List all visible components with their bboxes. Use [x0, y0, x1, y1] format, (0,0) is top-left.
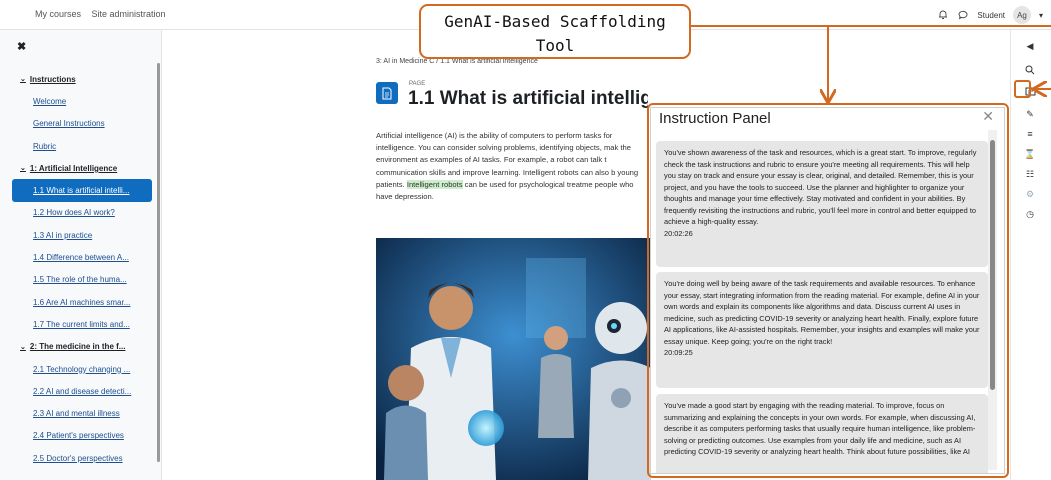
course-index-label: 2.1 Technology changing ...: [33, 364, 131, 374]
course-index-label: General Instructions: [33, 119, 105, 129]
page-icon: [376, 82, 398, 104]
course-index-link[interactable]: 1.2 How does AI work?: [0, 202, 155, 224]
nav-site-administration[interactable]: Site administration: [92, 9, 166, 19]
user-menu-area: Student Ag ▾: [937, 6, 1043, 24]
settings-icon[interactable]: ⚙: [1022, 186, 1038, 202]
course-index-label: 1.6 Are AI machines smar...: [33, 297, 131, 307]
annotation-callout: GenAI-Based Scaffolding Tool: [419, 4, 691, 59]
chevron-down-icon[interactable]: ⌄: [20, 75, 26, 83]
course-index: ⌄ Instructions Welcome General Instructions…: [0, 68, 155, 469]
illustration-image: [376, 238, 651, 480]
bell-icon[interactable]: [937, 9, 949, 21]
drawer-scrollbar[interactable]: [157, 63, 160, 462]
course-index-link[interactable]: 2.1 Technology changing ...: [0, 358, 155, 380]
course-index-label: 1.5 The role of the huma...: [33, 275, 127, 285]
close-drawer-icon[interactable]: ✖: [17, 40, 26, 53]
course-index-label: 1.1 What is artificial intelli...: [33, 186, 130, 196]
primary-nav: My courses Site administration: [35, 9, 174, 19]
course-index-link[interactable]: Welcome: [0, 90, 155, 112]
tool-icon-highlight-box: [1014, 80, 1031, 98]
breadcrumb[interactable]: 3: AI in Medicine C / 1.1 What is artifi…: [376, 58, 538, 65]
course-index-label: Instructions: [29, 74, 76, 84]
user-role-label[interactable]: Student: [977, 11, 1005, 20]
course-index-label: 1.3 AI in practice: [33, 230, 93, 240]
chat-bubble-icon[interactable]: [957, 9, 969, 21]
course-index-label: 2: The medicine in the f...: [29, 342, 126, 352]
page-type-label: PAGE: [409, 81, 426, 87]
timer-icon[interactable]: ⌛: [1022, 146, 1038, 162]
course-index-link[interactable]: 1.7 The current limits and...: [0, 313, 155, 335]
course-index-link[interactable]: 1.3 AI in practice: [0, 224, 155, 246]
course-index-label: 2.4 Patient's perspectives: [33, 431, 124, 441]
chevron-down-icon[interactable]: ▾: [1039, 11, 1043, 20]
pencil-icon[interactable]: ✎: [1022, 106, 1038, 122]
planner-icon[interactable]: ☷: [1022, 166, 1038, 182]
course-index-link[interactable]: 1.5 The role of the huma...: [0, 269, 155, 291]
course-index-label: 1.4 Difference between A...: [33, 253, 129, 263]
course-index-label: 1: Artificial Intelligence: [29, 163, 118, 173]
course-index-label: Rubric: [33, 141, 57, 151]
course-index-link[interactable]: 2.3 AI and mental illness: [0, 402, 155, 424]
course-index-link[interactable]: 1.4 Difference between A...: [0, 246, 155, 268]
course-index-link[interactable]: 1.1 What is artificial intelli...: [12, 179, 152, 202]
course-index-link[interactable]: 2.2 AI and disease detecti...: [0, 380, 155, 402]
list-icon[interactable]: ≡: [1022, 126, 1038, 142]
course-index-label: 1.2 How does AI work?: [33, 208, 115, 218]
course-index-link[interactable]: 1.6 Are AI machines smar...: [0, 291, 155, 313]
clock-icon[interactable]: ◷: [1022, 206, 1038, 222]
chevron-down-icon[interactable]: ⌄: [20, 164, 26, 172]
course-index-link[interactable]: 2.4 Patient's perspectives: [0, 425, 155, 447]
course-section-header[interactable]: ⌄ Instructions: [0, 68, 155, 90]
search-icon[interactable]: [1022, 62, 1038, 78]
course-index-link[interactable]: Rubric: [0, 135, 155, 157]
page-body-text: Artificial intelligence (AI) is the abil…: [376, 130, 651, 210]
course-section-header[interactable]: ⌄ 1: Artificial Intelligence: [0, 157, 155, 179]
highlighted-text[interactable]: Intelligent robots: [406, 179, 463, 189]
course-index-label: 2.3 AI and mental illness: [33, 409, 120, 419]
course-index-label: 2.2 AI and disease detecti...: [33, 386, 132, 396]
course-index-label: 2.5 Doctor's perspectives: [33, 453, 123, 463]
course-section-header[interactable]: ⌄ 2: The medicine in the f...: [0, 336, 155, 358]
course-index-link[interactable]: General Instructions: [0, 113, 155, 135]
avatar[interactable]: Ag: [1012, 6, 1031, 24]
course-index-label: Welcome: [33, 96, 67, 106]
nav-my-courses[interactable]: My courses: [35, 9, 81, 19]
course-index-label: 1.7 The current limits and...: [33, 319, 130, 329]
course-index-link[interactable]: 2.5 Doctor's perspectives: [0, 447, 155, 469]
chevron-down-icon[interactable]: ⌄: [20, 343, 26, 351]
page-title: 1.1 What is artificial intelligen: [408, 88, 648, 109]
collapse-left-icon[interactable]: ◀: [1022, 38, 1038, 54]
panel-highlight-box: [647, 103, 1009, 478]
course-index-drawer: ✖ ⌄ Instructions Welcome General Instructio…: [0, 30, 162, 480]
